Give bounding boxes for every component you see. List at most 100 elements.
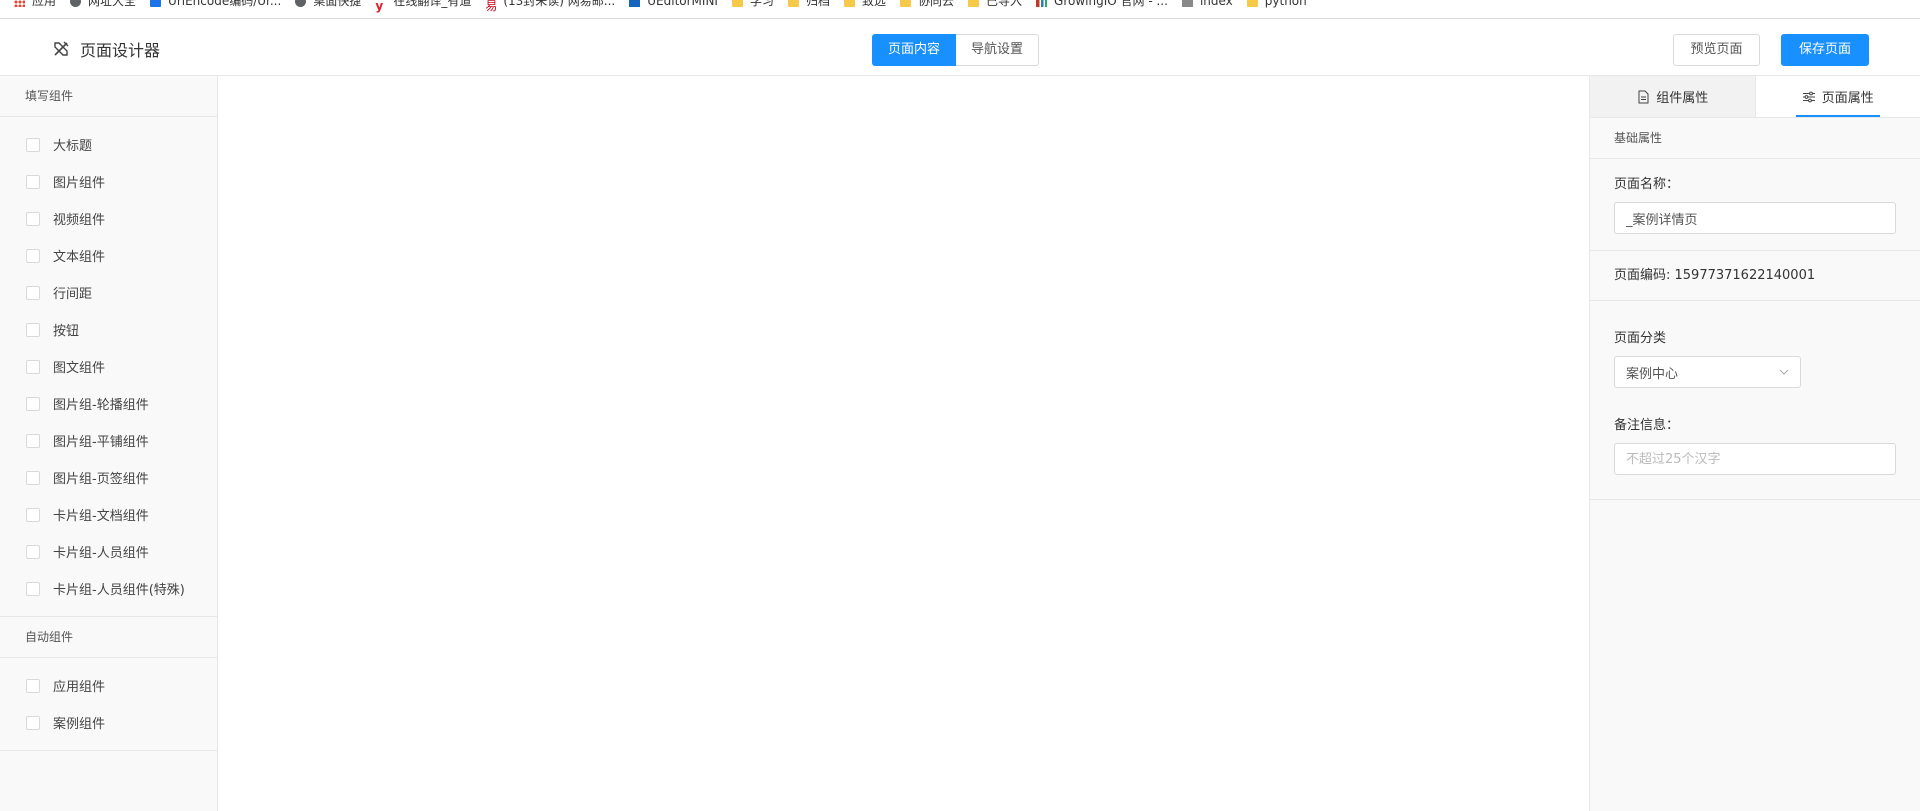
bookmark-label: 桌面快捷: [313, 0, 362, 8]
bookmark-item[interactable]: 网址大全: [70, 0, 136, 11]
bookmark-item[interactable]: python: [1246, 0, 1307, 11]
component-label: 应用组件: [53, 680, 106, 695]
tab-page-content[interactable]: 页面内容: [872, 34, 957, 66]
component-item[interactable]: 按钮: [0, 311, 217, 348]
document-icon: [1638, 90, 1649, 103]
component-item[interactable]: 文本组件: [0, 237, 217, 274]
page-category-value: 案例中心: [1626, 366, 1679, 382]
folder-icon: [844, 0, 855, 7]
component-checkbox[interactable]: [26, 433, 40, 448]
component-label: 图片组-页签组件: [53, 472, 149, 487]
chevron-down-icon: [1779, 369, 1789, 375]
page-category-select[interactable]: 案例中心: [1614, 356, 1801, 388]
component-item[interactable]: 视频组件: [0, 200, 217, 237]
component-label: 卡片组-人员组件(特殊): [53, 583, 185, 598]
component-checkbox[interactable]: [26, 211, 40, 226]
apps-icon: [14, 0, 25, 7]
component-label: 图片组-轮播组件: [53, 398, 149, 413]
doc-icon: [150, 0, 162, 7]
component-checkbox[interactable]: [26, 322, 40, 337]
component-item[interactable]: 应用组件: [0, 667, 217, 704]
bookmarks-row: 应用 网址大全 UrlEncode编码/Ur... 桌面快捷 y 在线翻译_有道 易 (13封…: [0, 0, 1307, 13]
bookmark-item[interactable]: 桌面快捷: [295, 0, 361, 11]
bookmark-label: UrlEncode编码/Ur...: [168, 0, 282, 8]
bookmark-label: GrowingIO 官网 - ...: [1054, 0, 1168, 8]
bookmark-label: 网址大全: [88, 0, 137, 8]
app-header: 页面设计器 页面内容 导航设置 预览页面 保存页面: [0, 19, 1920, 76]
tab-component-props[interactable]: 组件属性: [1590, 76, 1756, 117]
component-checkbox[interactable]: [26, 715, 40, 730]
globe-icon: [295, 0, 307, 7]
bookmark-item[interactable]: 学习: [731, 0, 774, 11]
design-tools-icon: [54, 41, 69, 56]
bookmark-label: 协同云: [918, 0, 955, 8]
bookmark-label: 在线翻译_有道: [393, 0, 472, 8]
bookmark-label: 致远: [862, 0, 887, 8]
bookmark-item[interactable]: 已导入: [968, 0, 1022, 11]
component-checkbox[interactable]: [26, 174, 40, 189]
bookmark-label: 已导入: [986, 0, 1023, 8]
component-label: 案例组件: [53, 717, 106, 732]
component-checkbox[interactable]: [26, 396, 40, 411]
component-checkbox[interactable]: [26, 359, 40, 374]
bookmark-item[interactable]: UrlEncode编码/Ur...: [150, 0, 281, 11]
bookmark-item[interactable]: 致远: [844, 0, 886, 11]
bookmark-item[interactable]: 易 (13封未读) 网易邮...: [485, 0, 616, 13]
component-item[interactable]: 图片组-页签组件: [0, 459, 217, 496]
design-canvas[interactable]: [218, 76, 1589, 811]
component-item[interactable]: 图片组件: [0, 163, 217, 200]
component-checkbox[interactable]: [26, 137, 40, 152]
page-code: 页面编码: 15977371622140001: [1590, 251, 1920, 301]
bookmark-item[interactable]: 应用: [14, 0, 56, 11]
component-checkbox[interactable]: [26, 507, 40, 522]
bookmark-item[interactable]: index: [1181, 0, 1233, 11]
preview-button[interactable]: 预览页面: [1673, 34, 1760, 66]
page-name-input[interactable]: [1614, 202, 1896, 234]
bookmark-item[interactable]: 协同云: [900, 0, 954, 11]
component-item[interactable]: 图片组-平铺组件: [0, 422, 217, 459]
save-button[interactable]: 保存页面: [1781, 34, 1869, 66]
component-item[interactable]: 案例组件: [0, 704, 217, 741]
netease-icon: 易: [485, 0, 498, 13]
component-item[interactable]: 卡片组-人员组件: [0, 533, 217, 570]
section-title-basic: 基础属性: [1590, 118, 1920, 159]
tab-page-props-label: 页面属性: [1821, 91, 1874, 106]
folder-icon: [787, 0, 799, 7]
component-checkbox[interactable]: [26, 470, 40, 485]
component-item[interactable]: 卡片组-文档组件: [0, 496, 217, 533]
component-checkbox[interactable]: [26, 248, 40, 263]
globe-icon: [70, 0, 82, 7]
component-item[interactable]: 大标题: [0, 126, 217, 163]
bookmark-label: (13封未读) 网易邮...: [503, 0, 616, 8]
component-label: 视频组件: [53, 213, 106, 228]
component-item[interactable]: 行间距: [0, 274, 217, 311]
folder-icon: [731, 0, 743, 7]
component-checkbox[interactable]: [26, 678, 40, 693]
component-label: 大标题: [53, 139, 93, 154]
component-checkbox[interactable]: [26, 544, 40, 559]
component-checkbox[interactable]: [26, 285, 40, 300]
bookmark-item[interactable]: UEditorMINI: [629, 0, 718, 11]
tab-nav-settings[interactable]: 导航设置: [956, 34, 1040, 66]
component-list-fill: 大标题图片组件视频组件文本组件 行间距 按钮 图文组件图片组-轮播组件图片组-平铺组件…: [0, 117, 217, 616]
bookmark-item[interactable]: GrowingIO 官网 - ...: [1036, 0, 1168, 11]
folder-icon: [968, 0, 980, 7]
page-title: 页面设计器: [80, 41, 161, 60]
page-name-label: 页面名称：: [1614, 177, 1680, 192]
tab-page-props[interactable]: 页面属性: [1755, 76, 1920, 117]
bookmark-label: index: [1199, 0, 1233, 8]
group-title-auto: 自动组件: [0, 617, 217, 658]
bookmark-label: 应用: [32, 0, 57, 8]
folder-icon: [900, 0, 912, 7]
field-remark: 备注信息：: [1590, 400, 1920, 500]
remark-input[interactable]: [1614, 443, 1896, 475]
component-item[interactable]: 图片组-轮播组件: [0, 385, 217, 422]
bookmarks-bar: 应用 网址大全 UrlEncode编码/Ur... 桌面快捷 y 在线翻译_有道 易 (13封…: [0, 0, 1920, 19]
component-panel: 填写组件 大标题 图片组件 视频组件 文本组件 行间距 按钮 图文组件 图片组-轮播组件 图片组…: [0, 76, 218, 811]
component-checkbox[interactable]: [26, 581, 40, 596]
component-item[interactable]: 卡片组-人员组件(特殊): [0, 570, 217, 607]
chart-icon: [1036, 0, 1048, 7]
bookmark-item[interactable]: y 在线翻译_有道: [375, 0, 472, 13]
bookmark-item[interactable]: 归档: [787, 0, 830, 11]
component-item[interactable]: 图文组件: [0, 348, 217, 385]
